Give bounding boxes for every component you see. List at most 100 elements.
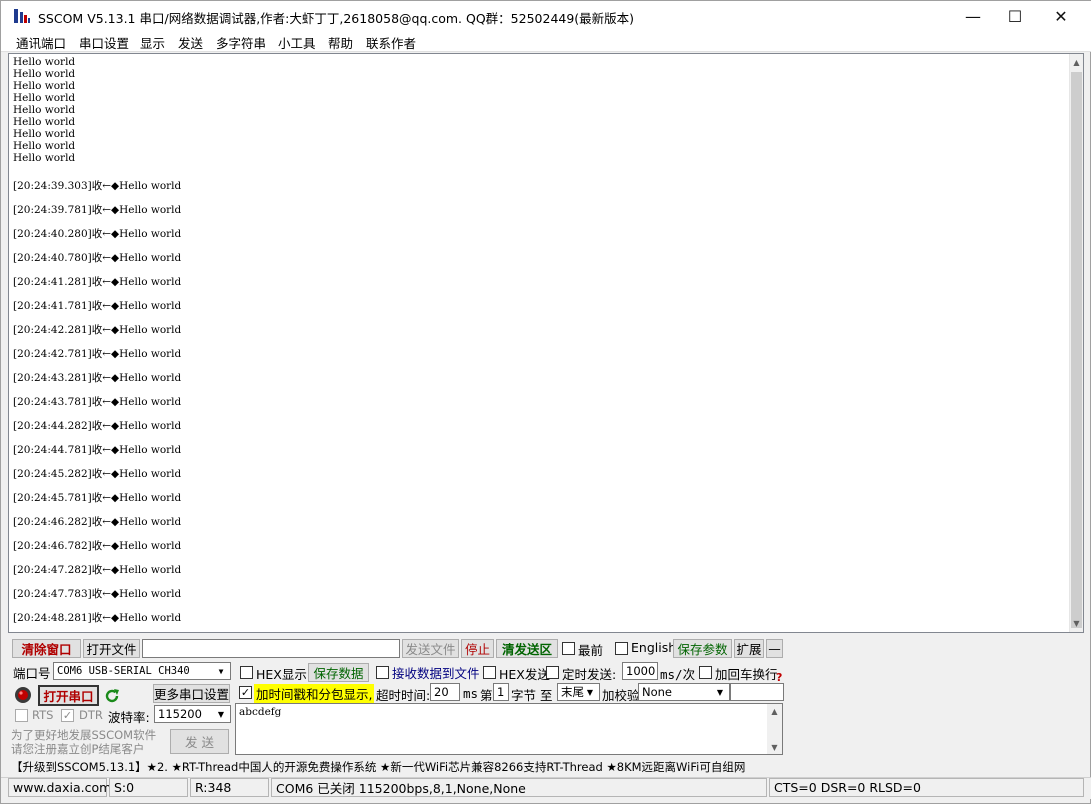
receive-line: Hello world [13, 56, 76, 68]
more-serial-settings-button[interactable]: 更多串口设置 [153, 684, 230, 703]
open-port-button[interactable]: 打开串口 [38, 685, 99, 706]
menu-serial-settings[interactable]: 串口设置 [79, 33, 129, 52]
collapse-button[interactable]: — [766, 639, 783, 658]
end-position-value: 末尾 [561, 685, 584, 699]
send-button[interactable]: 发 送 [170, 729, 229, 754]
receive-line: [20:24:41.281]收←◆Hello world [13, 276, 182, 288]
menu-help[interactable]: 帮助 [328, 33, 353, 52]
dtr-checkbox[interactable]: ✓ [61, 709, 74, 722]
recv-to-file-checkbox[interactable] [376, 666, 389, 679]
receive-area[interactable]: Hello world Hello world Hello world Hello w… [8, 53, 1084, 633]
status-received-count: R:348 [190, 778, 269, 797]
window-title: SSCOM V5.13.1 串口/网络数据调试器,作者:大虾丁丁,2618058… [38, 11, 635, 26]
menu-contact-author[interactable]: 联系作者 [366, 33, 416, 52]
expand-button[interactable]: 扩展 [734, 639, 764, 658]
status-sent-count: S:0 [109, 778, 188, 797]
byte-suffix-label: 字节 至 [511, 688, 553, 703]
checksum-select[interactable]: None ▼ [638, 683, 730, 701]
receive-line: [20:24:47.282]收←◆Hello world [13, 564, 182, 576]
send-scrollbar[interactable]: ▲ ▼ [767, 704, 782, 754]
timeout-unit-label: ms [463, 686, 479, 701]
minimize-button[interactable]: — [950, 1, 996, 31]
timeout-label: 超时时间: [376, 688, 431, 703]
receive-line: Hello world [13, 80, 76, 92]
status-port-state: COM6 已关闭 115200bps,8,1,None,None [271, 778, 767, 797]
receive-plain-lines: Hello world Hello world Hello world Hello w… [13, 56, 75, 164]
menu-tools[interactable]: 小工具 [278, 33, 316, 52]
checksum-result-field [730, 683, 784, 701]
scroll-up-icon[interactable]: ▲ [767, 704, 782, 718]
dtr-label: DTR [79, 708, 103, 722]
clear-send-area-button[interactable]: 清发送区 [496, 639, 558, 658]
recv-to-file-label: 接收数据到文件 [392, 666, 480, 681]
receive-line: [20:24:40.280]收←◆Hello world [13, 228, 182, 240]
promo-text-line2: 请您注册嘉立创P结尾客户 [11, 742, 145, 756]
receive-line: Hello world [13, 140, 76, 152]
receive-timestamped-lines: [20:24:39.303]收←◆Hello world [20:24:39.78… [13, 174, 181, 630]
add-crlf-label: 加回车换行 [715, 667, 778, 682]
save-params-button[interactable]: 保存参数 [673, 639, 732, 658]
send-file-button[interactable]: 发送文件 [402, 639, 459, 658]
maximize-button[interactable]: ☐ [992, 1, 1038, 31]
receive-line: [20:24:48.281]收←◆Hello world [13, 612, 182, 624]
timed-send-checkbox[interactable] [546, 666, 559, 679]
send-text-area[interactable]: abcdefg [235, 703, 783, 755]
receive-line: [20:24:39.781]收←◆Hello world [13, 204, 182, 216]
checksum-value: None [642, 685, 673, 699]
receive-line: [20:24:45.282]收←◆Hello world [13, 468, 182, 480]
refresh-icon[interactable] [103, 687, 121, 705]
topmost-checkbox[interactable] [562, 642, 575, 655]
stop-button[interactable]: 停止 [461, 639, 494, 658]
receive-line: [20:24:41.781]收←◆Hello world [13, 300, 182, 312]
chevron-down-icon: ▼ [586, 687, 594, 697]
file-path-input[interactable] [142, 639, 400, 658]
baud-rate-value: 115200 [158, 707, 202, 721]
chevron-down-icon: ▼ [716, 687, 724, 697]
chevron-down-icon: ▼ [217, 709, 225, 719]
byte-prefix-label: 第 [480, 688, 493, 703]
baud-rate-select[interactable]: 115200 ▼ [154, 705, 231, 723]
end-position-select[interactable]: 末尾 ▼ [557, 683, 600, 701]
hex-send-checkbox[interactable] [483, 666, 496, 679]
timestamp-split-checkbox[interactable]: ✓ [239, 686, 252, 699]
timeout-input[interactable]: 20 [430, 683, 460, 701]
receive-line: [20:24:44.781]收←◆Hello world [13, 444, 182, 456]
menu-send[interactable]: 发送 [178, 33, 203, 52]
hex-display-checkbox[interactable] [240, 666, 253, 679]
rts-checkbox[interactable] [15, 709, 28, 722]
clear-window-button[interactable]: 清除窗口 [12, 639, 81, 658]
scroll-down-icon[interactable]: ▼ [767, 740, 782, 754]
menu-display[interactable]: 显示 [140, 33, 165, 52]
hex-send-label: HEX发送 [499, 667, 550, 682]
hex-display-label: HEX显示 [256, 667, 307, 682]
english-label: English [631, 640, 677, 655]
scroll-up-icon[interactable]: ▲ [1069, 54, 1083, 71]
port-select[interactable]: COM6 USB-SERIAL CH340 ▼ [53, 662, 231, 680]
receive-line: [20:24:43.281]收←◆Hello world [13, 372, 182, 384]
save-data-button[interactable]: 保存数据 [308, 663, 369, 682]
menu-multi-string[interactable]: 多字符串 [216, 33, 266, 52]
checksum-label: 加校验 [602, 688, 640, 703]
receive-line: [20:24:45.781]收←◆Hello world [13, 492, 182, 504]
receive-scroll-thumb[interactable] [1071, 72, 1082, 628]
status-website-link[interactable]: www.daxia.com [8, 778, 111, 797]
rts-label: RTS [32, 708, 54, 722]
send-interval-input[interactable]: 1000 [622, 662, 658, 680]
close-button[interactable]: ✕ [1038, 1, 1084, 31]
receive-line: [20:24:42.281]收←◆Hello world [13, 324, 182, 336]
english-checkbox[interactable] [615, 642, 628, 655]
help-icon[interactable]: ? [776, 671, 782, 684]
chevron-down-icon: ▼ [218, 666, 224, 676]
open-file-button[interactable]: 打开文件 [83, 639, 140, 658]
interval-unit-label: ms/次 [660, 667, 696, 682]
receive-line: [20:24:39.303]收←◆Hello world [13, 180, 182, 192]
receive-line: Hello world [13, 68, 76, 80]
receive-line: Hello world [13, 104, 76, 116]
scroll-down-icon[interactable]: ▼ [1069, 615, 1083, 632]
promo-ticker[interactable]: 【升级到SSCOM5.13.1】★2. ★RT-Thread中国人的开源免费操作… [11, 759, 745, 775]
baud-rate-label: 波特率: [108, 710, 150, 725]
menu-comm-port[interactable]: 通讯端口 [16, 33, 66, 52]
status-modem-lines: CTS=0 DSR=0 RLSD=0 [769, 778, 1084, 797]
byte-index-input[interactable]: 1 [493, 683, 509, 701]
add-crlf-checkbox[interactable] [699, 666, 712, 679]
